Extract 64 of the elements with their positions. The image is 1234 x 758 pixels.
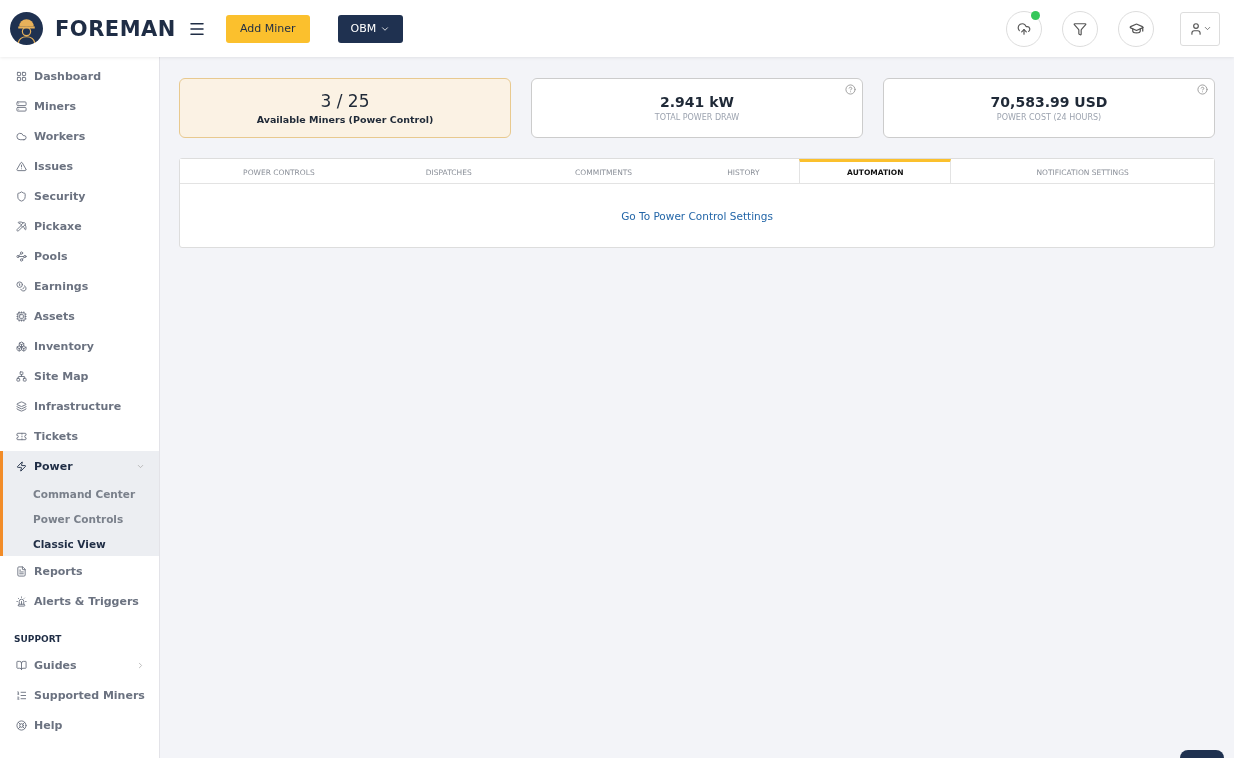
bolt-icon — [16, 460, 27, 472]
brand-name: FOREMAN — [55, 16, 176, 41]
boxes-icon — [16, 340, 27, 352]
pickaxe-icon — [16, 220, 27, 232]
grid-icon — [16, 70, 27, 82]
ticket-icon — [16, 430, 27, 442]
document-icon — [16, 565, 27, 577]
sidebar-subitem[interactable]: Command Center — [3, 481, 159, 506]
stat-label: Available Miners (Power Control) — [256, 114, 434, 125]
layers-icon — [16, 400, 27, 412]
add-miner-button[interactable]: Add Miner — [225, 14, 310, 43]
sidebar-item[interactable]: Dashboard — [0, 61, 159, 91]
graduation-cap-icon — [1128, 21, 1144, 36]
sidebar-item[interactable]: Power — [3, 451, 159, 481]
sidebar-item[interactable]: Workers — [0, 121, 159, 151]
sidebar-item[interactable]: Guides — [3, 650, 159, 680]
sidebar-subitem[interactable]: Power Controls — [3, 506, 159, 531]
sidebar-item[interactable]: Supported Miners — [0, 680, 159, 710]
sidebar-item[interactable]: Security — [0, 181, 159, 211]
warning-icon — [16, 160, 27, 172]
filter-button[interactable] — [1062, 10, 1098, 47]
shield-icon — [16, 190, 27, 202]
help-icon[interactable] — [845, 84, 856, 95]
sidebar-item[interactable]: Miners — [0, 91, 159, 121]
server-icon — [16, 100, 27, 112]
sidebar-item[interactable]: Earnings — [0, 271, 159, 301]
sidebar-item[interactable]: Infrastructure — [0, 391, 159, 421]
sidebar-item[interactable]: Reports — [0, 556, 159, 586]
sidebar-item[interactable]: Site Map — [0, 361, 159, 391]
user-icon — [1188, 21, 1203, 36]
logo-icon — [10, 12, 43, 45]
sidebar-subitem[interactable]: Classic View — [3, 531, 159, 556]
chip-icon — [16, 310, 27, 322]
help-icon[interactable] — [1197, 84, 1208, 95]
sidebar-item[interactable]: Pickaxe — [0, 211, 159, 241]
stat-label: POWER COST (24 HOURS) — [996, 113, 1102, 122]
sidebar-item[interactable]: Inventory — [0, 331, 159, 361]
upload-button[interactable] — [1006, 10, 1042, 47]
sidebar-item[interactable]: Tickets — [0, 421, 159, 451]
sidebar-item[interactable]: Assets — [0, 301, 159, 331]
list-icon — [16, 689, 27, 701]
cloud-upload-icon — [1017, 21, 1031, 36]
network-icon — [16, 370, 27, 382]
stat-value: 2.941 kW — [660, 94, 734, 110]
sidebar-item[interactable]: Alerts & Triggers — [0, 586, 159, 616]
stat-value: 3 / 25 — [320, 91, 370, 111]
stat-value: 70,583.99 USD — [990, 94, 1108, 110]
sidebar-item[interactable]: Help — [0, 710, 159, 740]
settings-link[interactable]: Go To Power Control Settings — [621, 209, 773, 222]
chevron-icon — [136, 660, 145, 670]
sidebar-item[interactable]: Issues — [0, 151, 159, 181]
section-heading: SUPPORT — [13, 633, 63, 646]
user-menu-button[interactable] — [1180, 11, 1220, 46]
lifebuoy-icon — [16, 719, 27, 731]
organization-dropdown[interactable]: OBM — [337, 14, 404, 43]
book-icon — [16, 659, 27, 671]
cloud-icon — [16, 130, 27, 142]
coins-icon — [16, 280, 27, 292]
siren-icon — [16, 595, 27, 607]
stat-label: TOTAL POWER DRAW — [654, 113, 740, 122]
filter-icon — [1073, 21, 1087, 36]
academy-button[interactable] — [1118, 10, 1154, 47]
caret-icon — [1202, 24, 1212, 33]
sidebar-item[interactable]: Pools — [0, 241, 159, 271]
